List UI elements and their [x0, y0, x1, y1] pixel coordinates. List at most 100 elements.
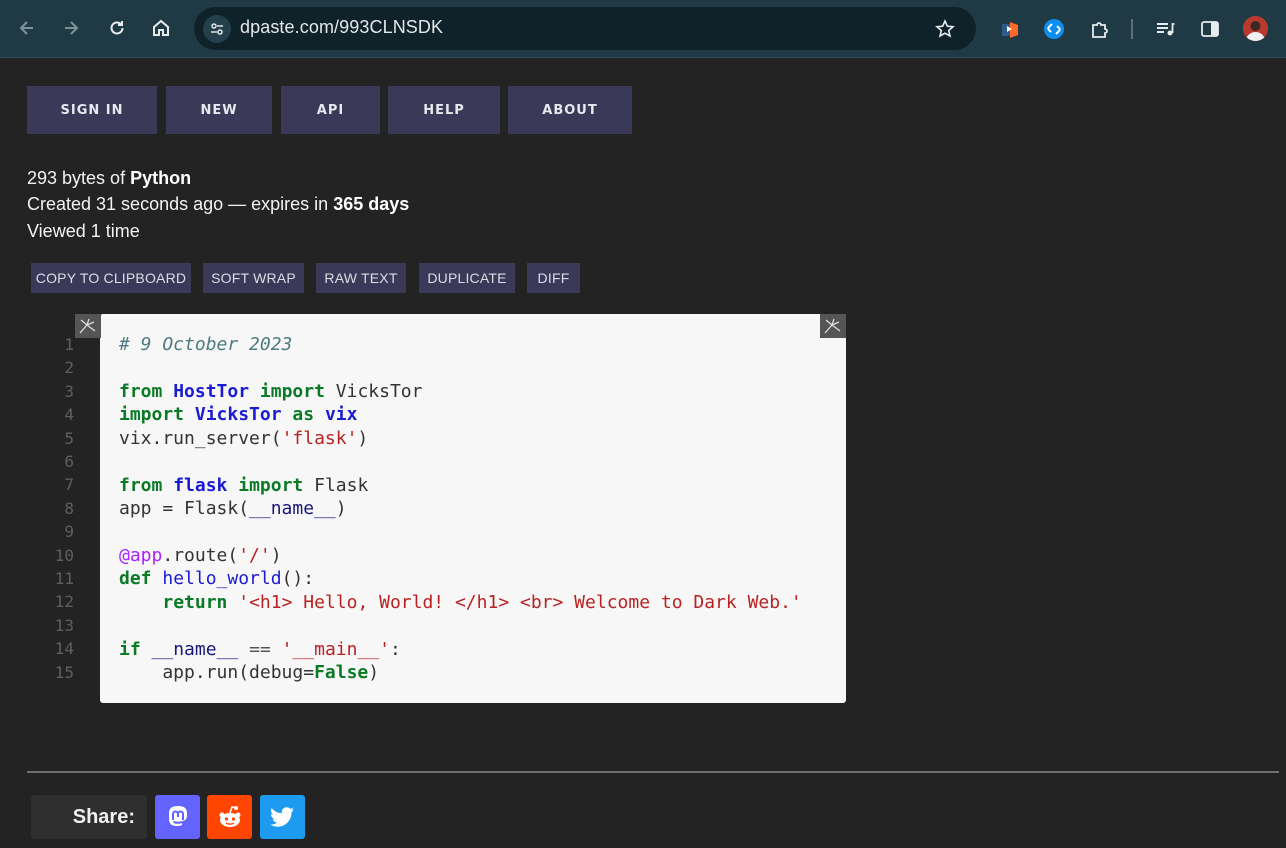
api-button[interactable]: API — [281, 86, 380, 134]
line-number: 3 — [64, 381, 74, 401]
code-line: from flask import Flask — [119, 474, 368, 497]
code-keyword: import — [238, 475, 304, 496]
media-queue-icon[interactable] — [1150, 14, 1180, 44]
line-number: 14 — [54, 639, 74, 659]
line-number: 6 — [64, 452, 74, 471]
back-icon[interactable] — [12, 13, 42, 43]
duplicate-button[interactable]: DUPLICATE — [419, 263, 515, 293]
code-line: app = Flask(__name__) — [119, 497, 347, 520]
footer-divider — [27, 771, 1279, 773]
home-icon[interactable] — [146, 13, 176, 43]
code-line: app.run(debug=False) — [119, 661, 379, 684]
code-keyword: import — [119, 404, 185, 425]
code-line: @app.route('/') — [119, 544, 282, 567]
code-text: app = Flask( — [119, 498, 250, 519]
extensions-puzzle-icon[interactable] — [1085, 14, 1115, 44]
line-number: 1 — [64, 335, 74, 354]
expires-value: 365 days — [333, 194, 410, 214]
sign-in-button[interactable]: SIGN IN — [27, 86, 157, 134]
new-button[interactable]: NEW — [166, 86, 272, 134]
code-string: '/' — [238, 545, 271, 566]
code-string: '__main__' — [281, 639, 390, 660]
code-builtin: __name__ — [151, 639, 239, 660]
code-keyword: from — [119, 381, 163, 402]
share-label: Share: — [31, 795, 147, 839]
code-keyword: import — [259, 381, 325, 402]
code-line: vix.run_server('flask') — [119, 427, 368, 450]
code-keyword: return — [162, 592, 228, 613]
code-module: HostTor — [173, 381, 250, 402]
url-text[interactable]: dpaste.com/993CLNSDK — [240, 17, 443, 38]
shazam-icon[interactable] — [1039, 14, 1069, 44]
code-function: hello_world — [162, 568, 282, 589]
code-text: ) — [335, 498, 347, 519]
line-number: 4 — [64, 405, 74, 425]
code-name: VicksTor — [324, 381, 423, 402]
code-operator: == — [238, 639, 282, 660]
code-keyword: as — [292, 404, 315, 425]
code-text: : — [389, 639, 401, 660]
code-text: app.run(debug= — [119, 662, 315, 683]
code-line: from HostTor import VicksTor — [119, 380, 422, 403]
raw-text-button[interactable]: RAW TEXT — [316, 263, 406, 293]
twitter-share-icon[interactable] — [260, 795, 305, 839]
broken-image-icon — [75, 314, 101, 338]
code-line: # 9 October 2023 — [119, 333, 292, 356]
code-text: ) — [368, 662, 380, 683]
code-line: if __name__ == '__main__': — [119, 638, 401, 661]
size-text: 293 bytes of — [27, 168, 131, 188]
code-module: vix — [324, 404, 358, 425]
help-button[interactable]: HELP — [388, 86, 500, 134]
created-text: Created 31 seconds ago — expires in — [27, 194, 334, 214]
reload-icon[interactable] — [102, 13, 132, 43]
code-text: (): — [281, 568, 315, 589]
diff-button[interactable]: DIFF — [527, 263, 580, 293]
code-name: Flask — [303, 475, 369, 496]
code-line: return '<h1> Hello, World! </h1> <br> We… — [119, 591, 802, 614]
toolbar-separator — [1131, 19, 1133, 39]
avatar[interactable] — [1243, 16, 1268, 41]
language-label: Python — [130, 168, 192, 188]
line-number: 11 — [54, 569, 74, 588]
code-text: .route( — [162, 545, 239, 566]
extension-icon[interactable] — [995, 14, 1025, 44]
mastodon-share-icon[interactable] — [155, 795, 200, 839]
line-number: 12 — [54, 592, 74, 612]
broken-image-icon — [820, 314, 846, 338]
forward-icon[interactable] — [56, 13, 86, 43]
code-string: 'flask' — [281, 428, 358, 449]
code-module: VicksTor — [194, 404, 282, 425]
site-settings-icon[interactable] — [203, 15, 231, 43]
line-number: 2 — [64, 358, 74, 378]
code-keyword: if — [119, 639, 141, 660]
code-keyword: False — [314, 662, 369, 683]
paste-size: 293 bytes of Python — [27, 168, 191, 189]
reddit-share-icon[interactable] — [207, 795, 252, 839]
code-keyword: from — [119, 475, 163, 496]
line-number: 5 — [64, 428, 74, 448]
code-text: vix.run_server( — [119, 428, 282, 449]
code-builtin: __name__ — [249, 498, 336, 519]
toolbar-divider — [0, 57, 1286, 58]
code-text: ) — [357, 428, 369, 449]
code-module: flask — [173, 475, 228, 496]
line-number: 10 — [54, 545, 74, 565]
code-comment: # 9 October 2023 — [119, 334, 293, 355]
line-number: 15 — [54, 662, 74, 682]
about-button[interactable]: ABOUT — [508, 86, 632, 134]
code-text: ) — [270, 545, 282, 566]
bookmark-star-icon[interactable] — [930, 14, 960, 44]
paste-views: Viewed 1 time — [27, 221, 140, 241]
line-number: 13 — [54, 615, 74, 635]
code-line: def hello_world(): — [119, 567, 314, 590]
line-number: 8 — [64, 498, 74, 518]
line-number: 9 — [64, 522, 74, 542]
copy-to-clipboard-button[interactable]: COPY TO CLIPBOARD — [31, 263, 191, 293]
line-number: 7 — [64, 475, 74, 495]
soft-wrap-button[interactable]: SOFT WRAP — [203, 263, 304, 293]
paste-created: Created 31 seconds ago — expires in 365 … — [27, 194, 409, 215]
code-decorator: @app — [119, 545, 163, 566]
code-string: '<h1> Hello, World! </h1> <br> Welcome t… — [238, 592, 802, 613]
side-panel-icon[interactable] — [1195, 14, 1225, 44]
